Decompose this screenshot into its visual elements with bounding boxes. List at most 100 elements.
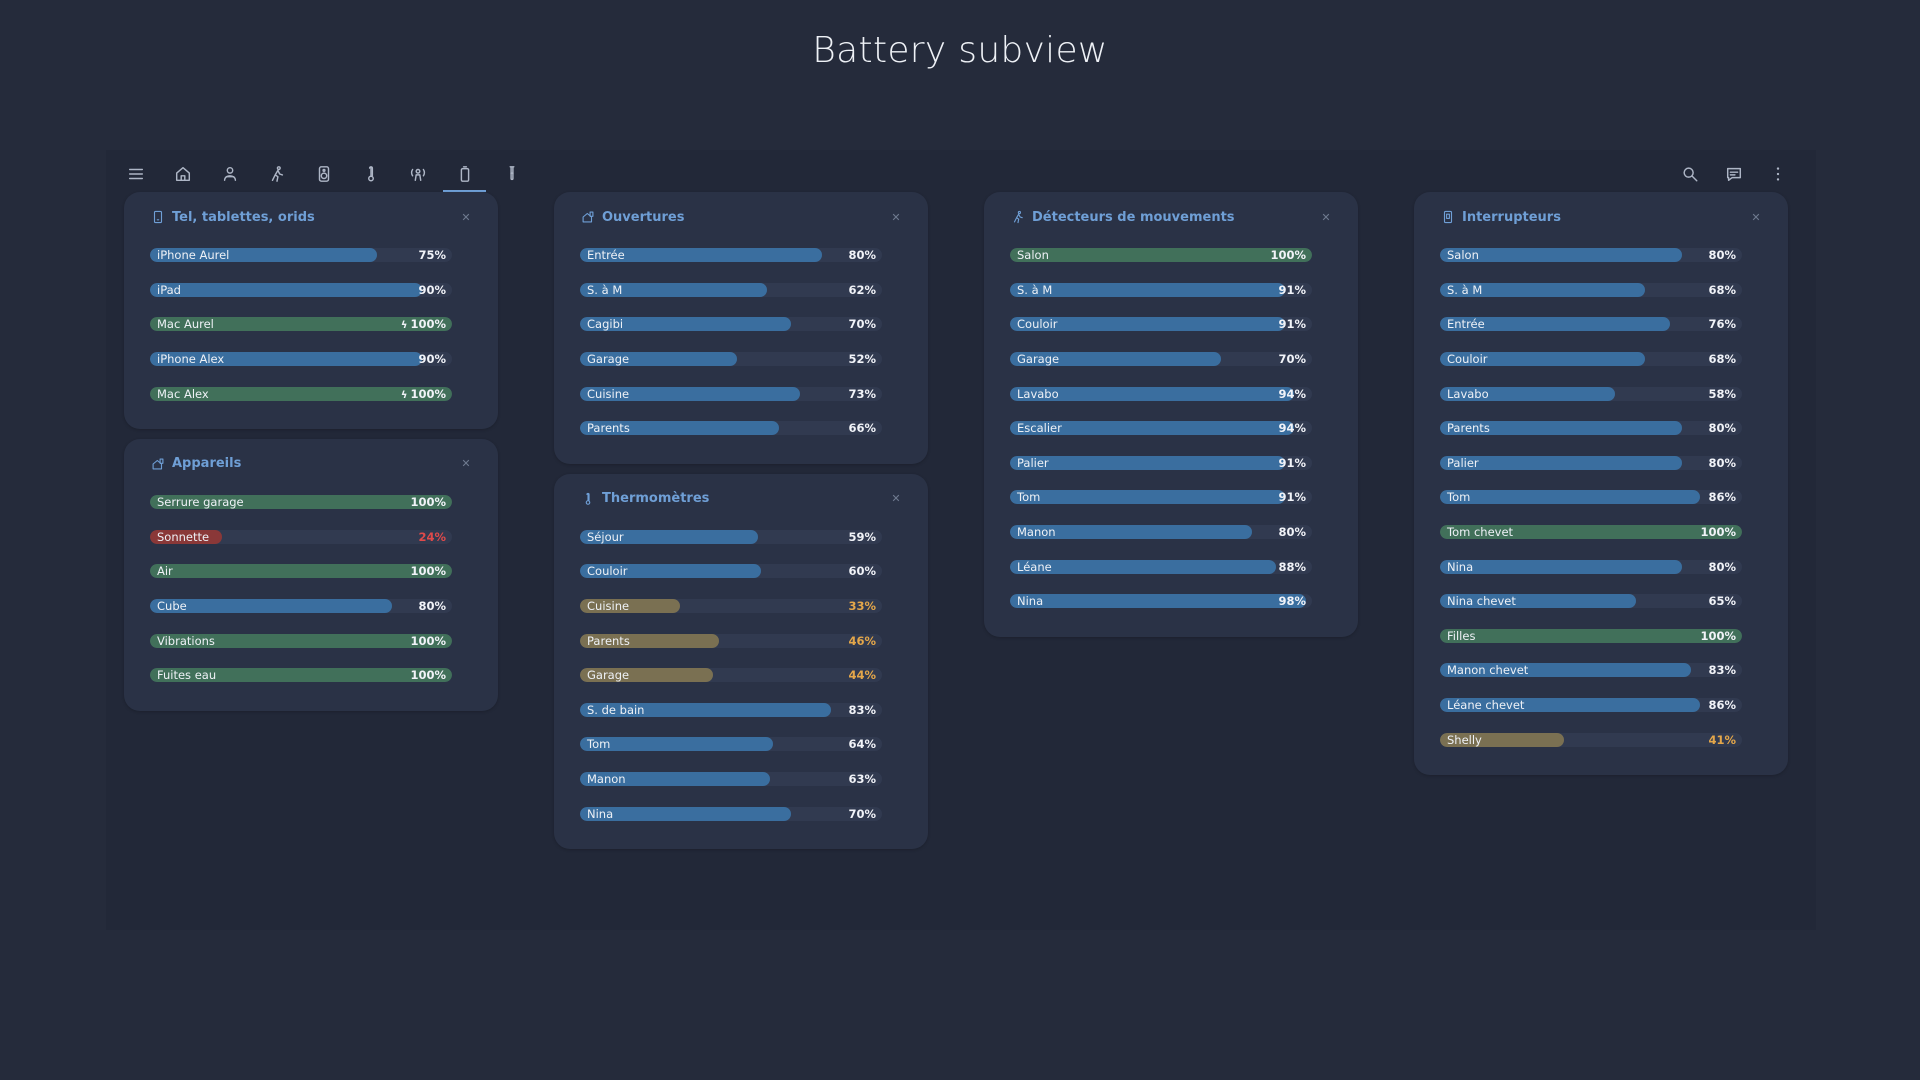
- menu-icon: [127, 165, 145, 183]
- battery-row: Léane 88%: [1010, 549, 1338, 584]
- battery-bar: Manon 80%: [1010, 525, 1312, 540]
- home-icon: [174, 165, 192, 183]
- battery-row: Cuisine 73%: [580, 376, 908, 411]
- battery-row: Couloir 68%: [1440, 342, 1768, 377]
- battery-bar: Air 100%: [150, 564, 452, 579]
- message-button[interactable]: [1712, 150, 1756, 198]
- device-name: Vibrations: [157, 633, 215, 648]
- battery-row: Tom 91%: [1010, 480, 1338, 515]
- device-name: Garage: [1017, 352, 1060, 367]
- test-tube-nav-button[interactable]: [488, 150, 535, 198]
- battery-percent: 80%: [1708, 421, 1736, 435]
- battery-percent: 90%: [418, 352, 446, 366]
- device-name: Tom: [1017, 490, 1041, 505]
- device-name: Palier: [1017, 455, 1049, 470]
- battery-bar: Couloir 91%: [1010, 317, 1312, 332]
- battery-percent-value: 33%: [848, 599, 876, 614]
- search-button[interactable]: [1668, 150, 1712, 198]
- battery-row: Shelly 41%: [1440, 722, 1768, 757]
- toolbar: [106, 150, 1816, 198]
- device-name: Lavabo: [1017, 386, 1059, 401]
- battery-percent-value: 100%: [1700, 525, 1736, 540]
- device-name: Serrure garage: [157, 495, 244, 510]
- battery-bar: Entrée 76%: [1440, 317, 1742, 332]
- battery-percent: 91%: [1278, 456, 1306, 470]
- device-name: S. à M: [1447, 282, 1483, 297]
- battery-row: Couloir 91%: [1010, 307, 1338, 342]
- device-name: Fuites eau: [157, 668, 217, 683]
- battery-bar: Serrure garage 100%: [150, 495, 452, 510]
- battery-row: Palier 91%: [1010, 446, 1338, 481]
- battery-percent-value: 75%: [418, 248, 446, 263]
- battery-row: Entrée 76%: [1440, 307, 1768, 342]
- message-icon: [1725, 165, 1743, 183]
- page-title: Battery subview: [812, 30, 1108, 71]
- close-icon[interactable]: ✕: [1318, 209, 1334, 225]
- battery-row: Air 100%: [150, 554, 478, 589]
- close-icon[interactable]: ✕: [458, 456, 474, 472]
- walking-icon: [268, 165, 286, 183]
- battery-percent: 70%: [848, 807, 876, 821]
- battery-bar: Nina 70%: [580, 806, 882, 821]
- battery-card: Appareils ✕ Serrure garage 100% Sonnette 24% A…: [124, 438, 498, 711]
- battery-percent-value: 98%: [1278, 594, 1306, 609]
- battery-percent: ϟ 100%: [401, 387, 446, 401]
- device-name: S. à M: [1017, 282, 1053, 297]
- walking-nav-button[interactable]: [253, 150, 300, 198]
- device-name: Parents: [1447, 421, 1490, 436]
- close-icon[interactable]: ✕: [888, 491, 904, 507]
- battery-bar: Palier 91%: [1010, 455, 1312, 470]
- toolbar-right: [1668, 150, 1816, 198]
- battery-percent: 60%: [848, 564, 876, 578]
- battery-percent: 83%: [1708, 663, 1736, 677]
- battery-bar: Palier 80%: [1440, 455, 1742, 470]
- thermometer-nav-button[interactable]: [347, 150, 394, 198]
- battery-percent-value: 80%: [1708, 421, 1736, 436]
- battery-nav-button[interactable]: [441, 150, 488, 198]
- battery-percent-value: 60%: [848, 564, 876, 579]
- battery-bar: Manon chevet 83%: [1440, 663, 1742, 678]
- battery-bar: Couloir 60%: [580, 564, 882, 579]
- battery-row: iPhone Alex 90%: [150, 342, 478, 377]
- battery-bar: Tom 91%: [1010, 490, 1312, 505]
- battery-row: Lavabo 58%: [1440, 376, 1768, 411]
- battery-bar: Sonnette 24%: [150, 529, 452, 544]
- device-name: Tom chevet: [1447, 525, 1514, 540]
- battery-row: Mac Alex ϟ 100%: [150, 376, 478, 411]
- device-name: Salon: [1017, 248, 1049, 263]
- battery-bar: Séjour 59%: [580, 529, 882, 544]
- battery-percent-value: 83%: [848, 702, 876, 717]
- battery-bar: Lavabo 94%: [1010, 386, 1312, 401]
- battery-bar: Garage 70%: [1010, 352, 1312, 367]
- card-header: Tel, tablettes, orids ✕: [150, 206, 478, 228]
- battery-percent: 70%: [848, 317, 876, 331]
- battery-percent: 83%: [848, 703, 876, 717]
- person-nav-button[interactable]: [206, 150, 253, 198]
- dashboard: Tel, tablettes, orids ✕ iPhone Aurel 75% iPa…: [106, 150, 1816, 930]
- device-name: Sonnette: [157, 529, 210, 544]
- close-icon[interactable]: ✕: [888, 209, 904, 225]
- battery-percent-value: 100%: [1270, 248, 1306, 263]
- battery-percent: 90%: [418, 283, 446, 297]
- test-tube-icon: [503, 165, 521, 183]
- battery-card: Détecteurs de mouvements ✕ Salon 100% S. à M…: [984, 192, 1358, 637]
- battery-percent: 100%: [1700, 525, 1736, 539]
- more-vert-button[interactable]: [1756, 150, 1800, 198]
- battery-row: S. à M 62%: [580, 273, 908, 308]
- battery-row: S. à M 68%: [1440, 273, 1768, 308]
- battery-percent-value: 94%: [1278, 421, 1306, 436]
- battery-row: Tom chevet 100%: [1440, 515, 1768, 550]
- battery-row: Salon 100%: [1010, 238, 1338, 273]
- menu-nav-button[interactable]: [112, 150, 159, 198]
- close-icon[interactable]: ✕: [1748, 209, 1764, 225]
- device-name: Manon: [1017, 525, 1056, 540]
- battery-row: Parents 46%: [580, 623, 908, 658]
- battery-percent: 80%: [1708, 248, 1736, 262]
- presence-nav-button[interactable]: [394, 150, 441, 198]
- phone-icon: [150, 209, 166, 225]
- battery-percent: 80%: [1278, 525, 1306, 539]
- home-nav-button[interactable]: [159, 150, 206, 198]
- speaker-nav-button[interactable]: [300, 150, 347, 198]
- battery-bar: Salon 80%: [1440, 248, 1742, 263]
- close-icon[interactable]: ✕: [458, 209, 474, 225]
